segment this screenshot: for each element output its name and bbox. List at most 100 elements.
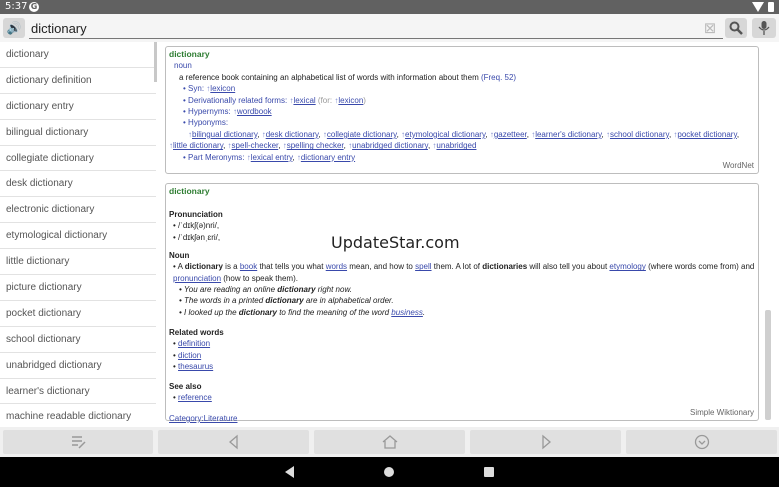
voice-search-button[interactable] (752, 18, 776, 38)
hyponym-link[interactable]: learner's dictionary (535, 130, 601, 139)
related-item: • diction (173, 350, 202, 360)
see-also-link[interactable]: reference (178, 393, 212, 402)
word-link[interactable]: words (326, 262, 347, 271)
see-also-item: • reference (173, 393, 212, 403)
hyponym-link[interactable]: spelling checker (287, 141, 344, 150)
example-sentence: • I looked up the dictionary to find the… (179, 307, 426, 317)
back-button[interactable] (158, 430, 309, 454)
related-link[interactable]: diction (178, 351, 201, 360)
edit-list-button[interactable] (3, 430, 153, 454)
derived-for-link[interactable]: lexicon (338, 96, 363, 105)
frequency-label: (Freq. 52) (480, 72, 517, 82)
list-item[interactable]: dictionary (0, 42, 156, 68)
forward-button[interactable] (470, 430, 621, 454)
list-item[interactable]: etymological dictionary (0, 223, 156, 250)
hyponym-link[interactable]: unabridged dictionary (352, 141, 428, 150)
nav-home-icon[interactable] (384, 467, 394, 477)
hyponym-link[interactable]: etymological dictionary (405, 130, 485, 139)
list-item[interactable]: bilingual dictionary (0, 120, 156, 146)
meronym-link[interactable]: dictionary entry (301, 153, 355, 162)
example-sentence: • You are reading an online dictionary r… (179, 285, 352, 295)
hyponyms-list: ↑bilingual dictionary, ↑desk dictionary,… (169, 129, 740, 151)
synonym-link[interactable]: lexicon (210, 84, 235, 93)
related-item: • thesaurus (173, 362, 214, 372)
content-scrollbar[interactable] (765, 310, 771, 420)
hyponym-link[interactable]: unabridged (436, 141, 476, 150)
related-link[interactable]: thesaurus (178, 362, 213, 371)
home-icon (382, 435, 397, 449)
list-item[interactable]: school dictionary (0, 327, 156, 353)
bottom-toolbar (0, 427, 779, 457)
list-item[interactable]: dictionary definition (0, 68, 156, 94)
search-button[interactable] (725, 18, 747, 38)
syn-label: Syn: (188, 84, 205, 94)
list-item[interactable]: desk dictionary (0, 171, 156, 198)
home-button[interactable] (314, 430, 465, 454)
status-time: 5:37 (5, 1, 28, 12)
list-item[interactable]: machine readable dictionary (0, 404, 156, 427)
hyponym-link[interactable]: pocket dictionary (677, 130, 736, 139)
hypernym-link[interactable]: wordbook (237, 107, 272, 116)
nav-recent-apps-icon[interactable] (484, 467, 494, 477)
wordnet-source-label: WordNet (722, 161, 754, 170)
bullet: • (183, 118, 186, 128)
word-list-scrollbar[interactable] (154, 42, 157, 82)
hyponym-link[interactable]: desk dictionary (266, 130, 319, 139)
back-arrow-icon (228, 434, 238, 450)
search-bar: 🔊 ⊠ (0, 14, 779, 42)
hyponym-link[interactable]: little dictionary (173, 141, 223, 150)
notification-app-icon: G (29, 2, 39, 12)
list-item[interactable]: pocket dictionary (0, 301, 156, 327)
definition-panel: dictionary noun a reference book contain… (160, 42, 779, 427)
hyponym-link[interactable]: gazetteer (494, 130, 527, 139)
related-heading: Related words (169, 328, 224, 338)
clear-search-icon[interactable]: ⊠ (702, 20, 718, 36)
speak-button[interactable]: 🔊 (3, 18, 25, 38)
word-link[interactable]: pronunciation (173, 274, 221, 283)
hyponym-link[interactable]: bilingual dictionary (192, 130, 257, 139)
noun-heading: Noun (169, 251, 190, 261)
word-link[interactable]: spell (415, 262, 431, 271)
search-icon (729, 21, 743, 35)
status-bar: 5:37 G (0, 0, 779, 14)
hyponym-link[interactable]: school dictionary (610, 130, 669, 139)
hyponym-link[interactable]: collegiate dictionary (327, 130, 397, 139)
see-also-heading: See also (169, 382, 202, 392)
wifi-icon (752, 2, 764, 12)
derived-link[interactable]: lexical (293, 96, 315, 105)
meronyms-label: Part Meronyms: (188, 152, 245, 162)
system-navigation-bar (0, 457, 779, 487)
noun-definition: • A dictionary is a book that tells you … (173, 262, 755, 283)
pronunciation-heading: Pronunciation (169, 210, 223, 220)
hyponym-link[interactable]: spell-checker (232, 141, 279, 150)
list-item[interactable]: unabridged dictionary (0, 353, 156, 379)
favorite-button[interactable] (626, 430, 777, 454)
word-link[interactable]: business (391, 308, 423, 317)
list-item[interactable]: electronic dictionary (0, 197, 156, 224)
wordnet-card: dictionary noun a reference book contain… (165, 46, 759, 174)
list-item[interactable]: little dictionary (0, 249, 156, 276)
nav-back-icon[interactable] (285, 466, 294, 478)
list-item[interactable]: collegiate dictionary (0, 146, 156, 172)
search-input[interactable] (29, 18, 723, 39)
category-link[interactable]: Category:Literature (169, 414, 237, 423)
wordnet-headword: dictionary (169, 49, 210, 59)
meronym-link[interactable]: lexical entry (251, 153, 293, 162)
battery-icon (768, 2, 774, 12)
microphone-icon (758, 21, 770, 35)
related-link[interactable]: definition (178, 339, 210, 348)
pronunciation-item: • /ˈdɪkʃ(ə)nri/, (173, 221, 220, 231)
wiktionary-card: dictionary Pronunciation • /ˈdɪkʃ(ə)nri/… (165, 183, 759, 423)
related-item: • definition (173, 339, 211, 349)
word-list: dictionary dictionary definition diction… (0, 42, 156, 427)
bullet: • (183, 107, 186, 117)
word-link[interactable]: book (240, 262, 257, 271)
wiktionary-source-label: Simple Wiktionary (689, 408, 754, 417)
list-item[interactable]: picture dictionary (0, 275, 156, 301)
bullet: • (183, 152, 186, 162)
list-item[interactable]: dictionary entry (0, 94, 156, 120)
derived-for-label: (for: (317, 95, 333, 105)
list-item[interactable]: learner's dictionary (0, 379, 156, 405)
word-link[interactable]: etymology (609, 262, 645, 271)
hypernyms-label: Hypernyms: (188, 107, 231, 117)
